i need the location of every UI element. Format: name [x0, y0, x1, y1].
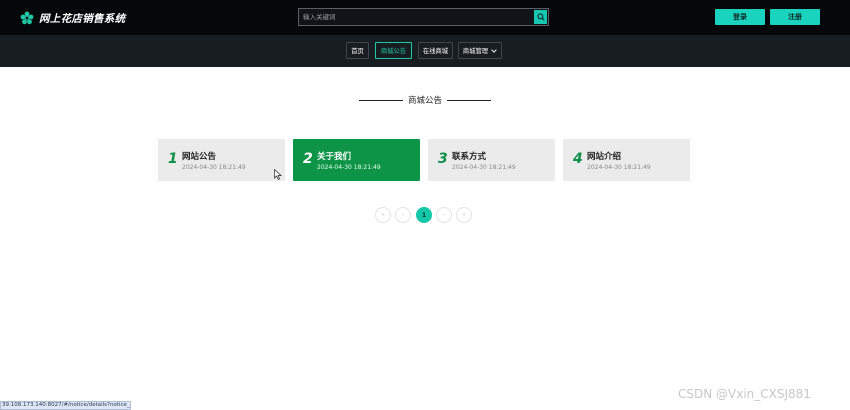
- card-date: 2024-04-30 18:21:49: [182, 164, 246, 171]
- card-date: 2024-04-30 18:21:49: [587, 164, 651, 171]
- pagination-last-button[interactable]: »: [456, 207, 472, 223]
- notice-card[interactable]: 1 网站公告 2024-04-30 18:21:49: [158, 139, 285, 181]
- nav-item-label: 首页: [351, 48, 364, 55]
- site-logo[interactable]: 网上花店销售系统: [20, 9, 125, 27]
- pagination-current-page[interactable]: 1: [416, 207, 432, 223]
- search-input[interactable]: [299, 9, 533, 25]
- nav-item-shop[interactable]: 在线商城: [418, 42, 453, 59]
- main-nav: 首页 商城公告 在线商城 商城管理: [0, 35, 850, 67]
- search-box: [298, 8, 549, 26]
- card-number: 1: [168, 151, 178, 167]
- top-header: 网上花店销售系统 登录 注册: [0, 0, 850, 35]
- register-button[interactable]: 注册: [770, 9, 820, 25]
- flower-logo-icon: [20, 11, 34, 25]
- card-title: 关于我们: [317, 152, 352, 162]
- watermark: CSDN @Vxin_CXSJ881: [678, 387, 811, 401]
- notice-card-active[interactable]: 2 关于我们 2024-04-30 18:21:49: [293, 139, 420, 181]
- page-title: 商城公告: [407, 96, 442, 106]
- card-title: 网站介绍: [587, 152, 622, 162]
- search-icon: [536, 13, 545, 21]
- card-date: 2024-04-30 18:21:49: [452, 164, 516, 171]
- site-title: 网上花店销售系统: [39, 12, 126, 25]
- login-button[interactable]: 登录: [715, 9, 765, 25]
- browser-status-url: 39.108.173.140:8027/#/notice/details?not…: [0, 401, 131, 410]
- nav-item-notice[interactable]: 商城公告: [375, 42, 412, 59]
- nav-item-manage[interactable]: 商城管理: [458, 42, 502, 59]
- nav-item-label: 商城管理: [462, 48, 489, 55]
- nav-item-home[interactable]: 首页: [346, 42, 369, 59]
- heading-divider-left: [358, 99, 403, 101]
- card-number: 4: [573, 151, 583, 167]
- pagination-prev-button[interactable]: ‹: [395, 207, 411, 223]
- card-date: 2024-04-30 18:21:49: [317, 164, 381, 171]
- notice-card[interactable]: 4 网站介绍 2024-04-30 18:21:49: [563, 139, 690, 181]
- card-title: 网站公告: [182, 152, 217, 162]
- heading-divider-right: [447, 99, 491, 101]
- chevron-down-icon: [491, 48, 497, 53]
- card-title: 联系方式: [452, 152, 487, 162]
- pagination-next-button[interactable]: ›: [436, 207, 452, 223]
- notice-card[interactable]: 3 联系方式 2024-04-30 18:21:49: [428, 139, 555, 181]
- search-button[interactable]: [534, 10, 547, 24]
- nav-item-label: 商城公告: [380, 48, 407, 55]
- section-heading: 商城公告: [0, 94, 850, 106]
- card-number: 3: [438, 151, 448, 167]
- nav-item-label: 在线商城: [422, 48, 449, 55]
- pagination-first-button[interactable]: «: [375, 207, 391, 223]
- mouse-cursor-icon: [274, 169, 282, 180]
- card-number: 2: [303, 151, 313, 167]
